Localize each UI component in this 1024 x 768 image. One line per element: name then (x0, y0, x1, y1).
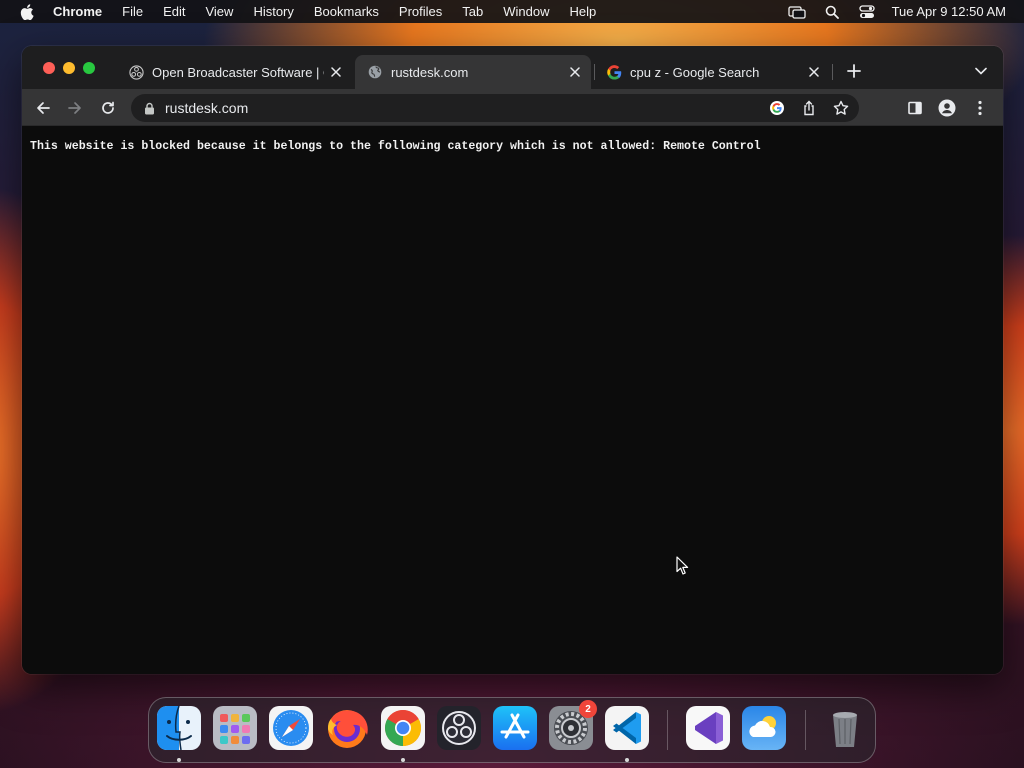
running-indicator (401, 758, 405, 762)
chevron-down-icon[interactable] (973, 63, 989, 79)
vscode-icon[interactable] (605, 706, 649, 750)
mouse-cursor-icon (676, 556, 690, 576)
launchpad-icon[interactable] (213, 706, 257, 750)
menubar-clock[interactable]: Tue Apr 9 12:50 AM (892, 4, 1006, 19)
chrome-window: Open Broadcaster Software | O rustdesk.c… (22, 46, 1003, 674)
notification-badge: 2 (579, 700, 597, 718)
address-bar[interactable]: rustdesk.com (131, 94, 859, 122)
running-indicator (177, 758, 181, 762)
close-icon[interactable] (806, 64, 822, 80)
menu-history[interactable]: History (253, 4, 293, 19)
spotlight-search-icon[interactable] (823, 5, 841, 19)
menu-profiles[interactable]: Profiles (399, 4, 442, 19)
system-settings-icon[interactable]: 2 (549, 700, 597, 750)
side-panel-icon[interactable] (905, 98, 925, 118)
close-icon[interactable] (328, 64, 344, 80)
apple-icon[interactable] (20, 3, 34, 20)
lock-icon[interactable] (144, 101, 156, 115)
tab-separator (832, 64, 833, 80)
menubar-status-area: Tue Apr 9 12:50 AM (771, 0, 1006, 23)
tab-google-search[interactable]: cpu z - Google Search (594, 55, 830, 89)
menu-bar: Chrome File Edit View History Bookmarks … (0, 0, 1024, 23)
tab-title: rustdesk.com (391, 64, 469, 80)
new-tab-button[interactable] (845, 62, 863, 80)
safari-icon[interactable] (269, 706, 313, 750)
bookmark-star-icon[interactable] (831, 98, 851, 118)
tab-rustdesk[interactable]: rustdesk.com (355, 55, 591, 89)
weather-icon[interactable] (742, 706, 786, 750)
url-text[interactable]: rustdesk.com (165, 100, 248, 116)
browser-toolbar: rustdesk.com (22, 89, 1003, 126)
menu-bookmarks[interactable]: Bookmarks (314, 4, 379, 19)
google-icon (606, 64, 622, 80)
menu-help[interactable]: Help (570, 4, 597, 19)
dock: 2 (148, 697, 876, 763)
tab-strip: Open Broadcaster Software | O rustdesk.c… (22, 46, 1003, 89)
menu-view[interactable]: View (205, 4, 233, 19)
dock-separator (805, 710, 806, 750)
screen-mirroring-icon[interactable] (787, 5, 806, 19)
menu-tab[interactable]: Tab (462, 4, 483, 19)
app-store-icon[interactable] (493, 706, 537, 750)
back-icon[interactable] (33, 98, 53, 118)
dock-separator (667, 710, 668, 750)
control-center-icon[interactable] (858, 4, 876, 19)
chrome-icon[interactable] (381, 706, 425, 750)
forward-icon[interactable] (65, 98, 85, 118)
blocked-message: This website is blocked because it belon… (30, 140, 761, 153)
menu-icon[interactable] (970, 98, 990, 118)
menu-edit[interactable]: Edit (163, 4, 185, 19)
trash-icon[interactable] (823, 706, 867, 750)
running-indicator (625, 758, 629, 762)
finder-icon[interactable] (157, 706, 201, 750)
menu-window[interactable]: Window (503, 4, 549, 19)
window-close-button[interactable] (43, 62, 55, 74)
share-icon[interactable] (799, 98, 819, 118)
close-icon[interactable] (567, 64, 583, 80)
firefox-icon[interactable] (325, 706, 369, 750)
globe-icon (367, 64, 383, 80)
obs-icon (128, 64, 144, 80)
tab-title: Open Broadcaster Software | O (152, 64, 324, 80)
obs-icon[interactable] (437, 706, 481, 750)
google-lens-icon[interactable] (767, 98, 787, 118)
profile-icon[interactable] (937, 98, 957, 118)
tab-title: cpu z - Google Search (630, 64, 760, 80)
reload-icon[interactable] (98, 98, 118, 118)
page-content: This website is blocked because it belon… (22, 127, 1003, 674)
menu-chrome[interactable]: Chrome (53, 4, 102, 19)
window-minimize-button[interactable] (63, 62, 75, 74)
address-bar-actions (767, 98, 851, 118)
visual-studio-icon[interactable] (686, 706, 730, 750)
tab-obs[interactable]: Open Broadcaster Software | O (116, 55, 352, 89)
menu-file[interactable]: File (122, 4, 143, 19)
window-maximize-button[interactable] (83, 62, 95, 74)
